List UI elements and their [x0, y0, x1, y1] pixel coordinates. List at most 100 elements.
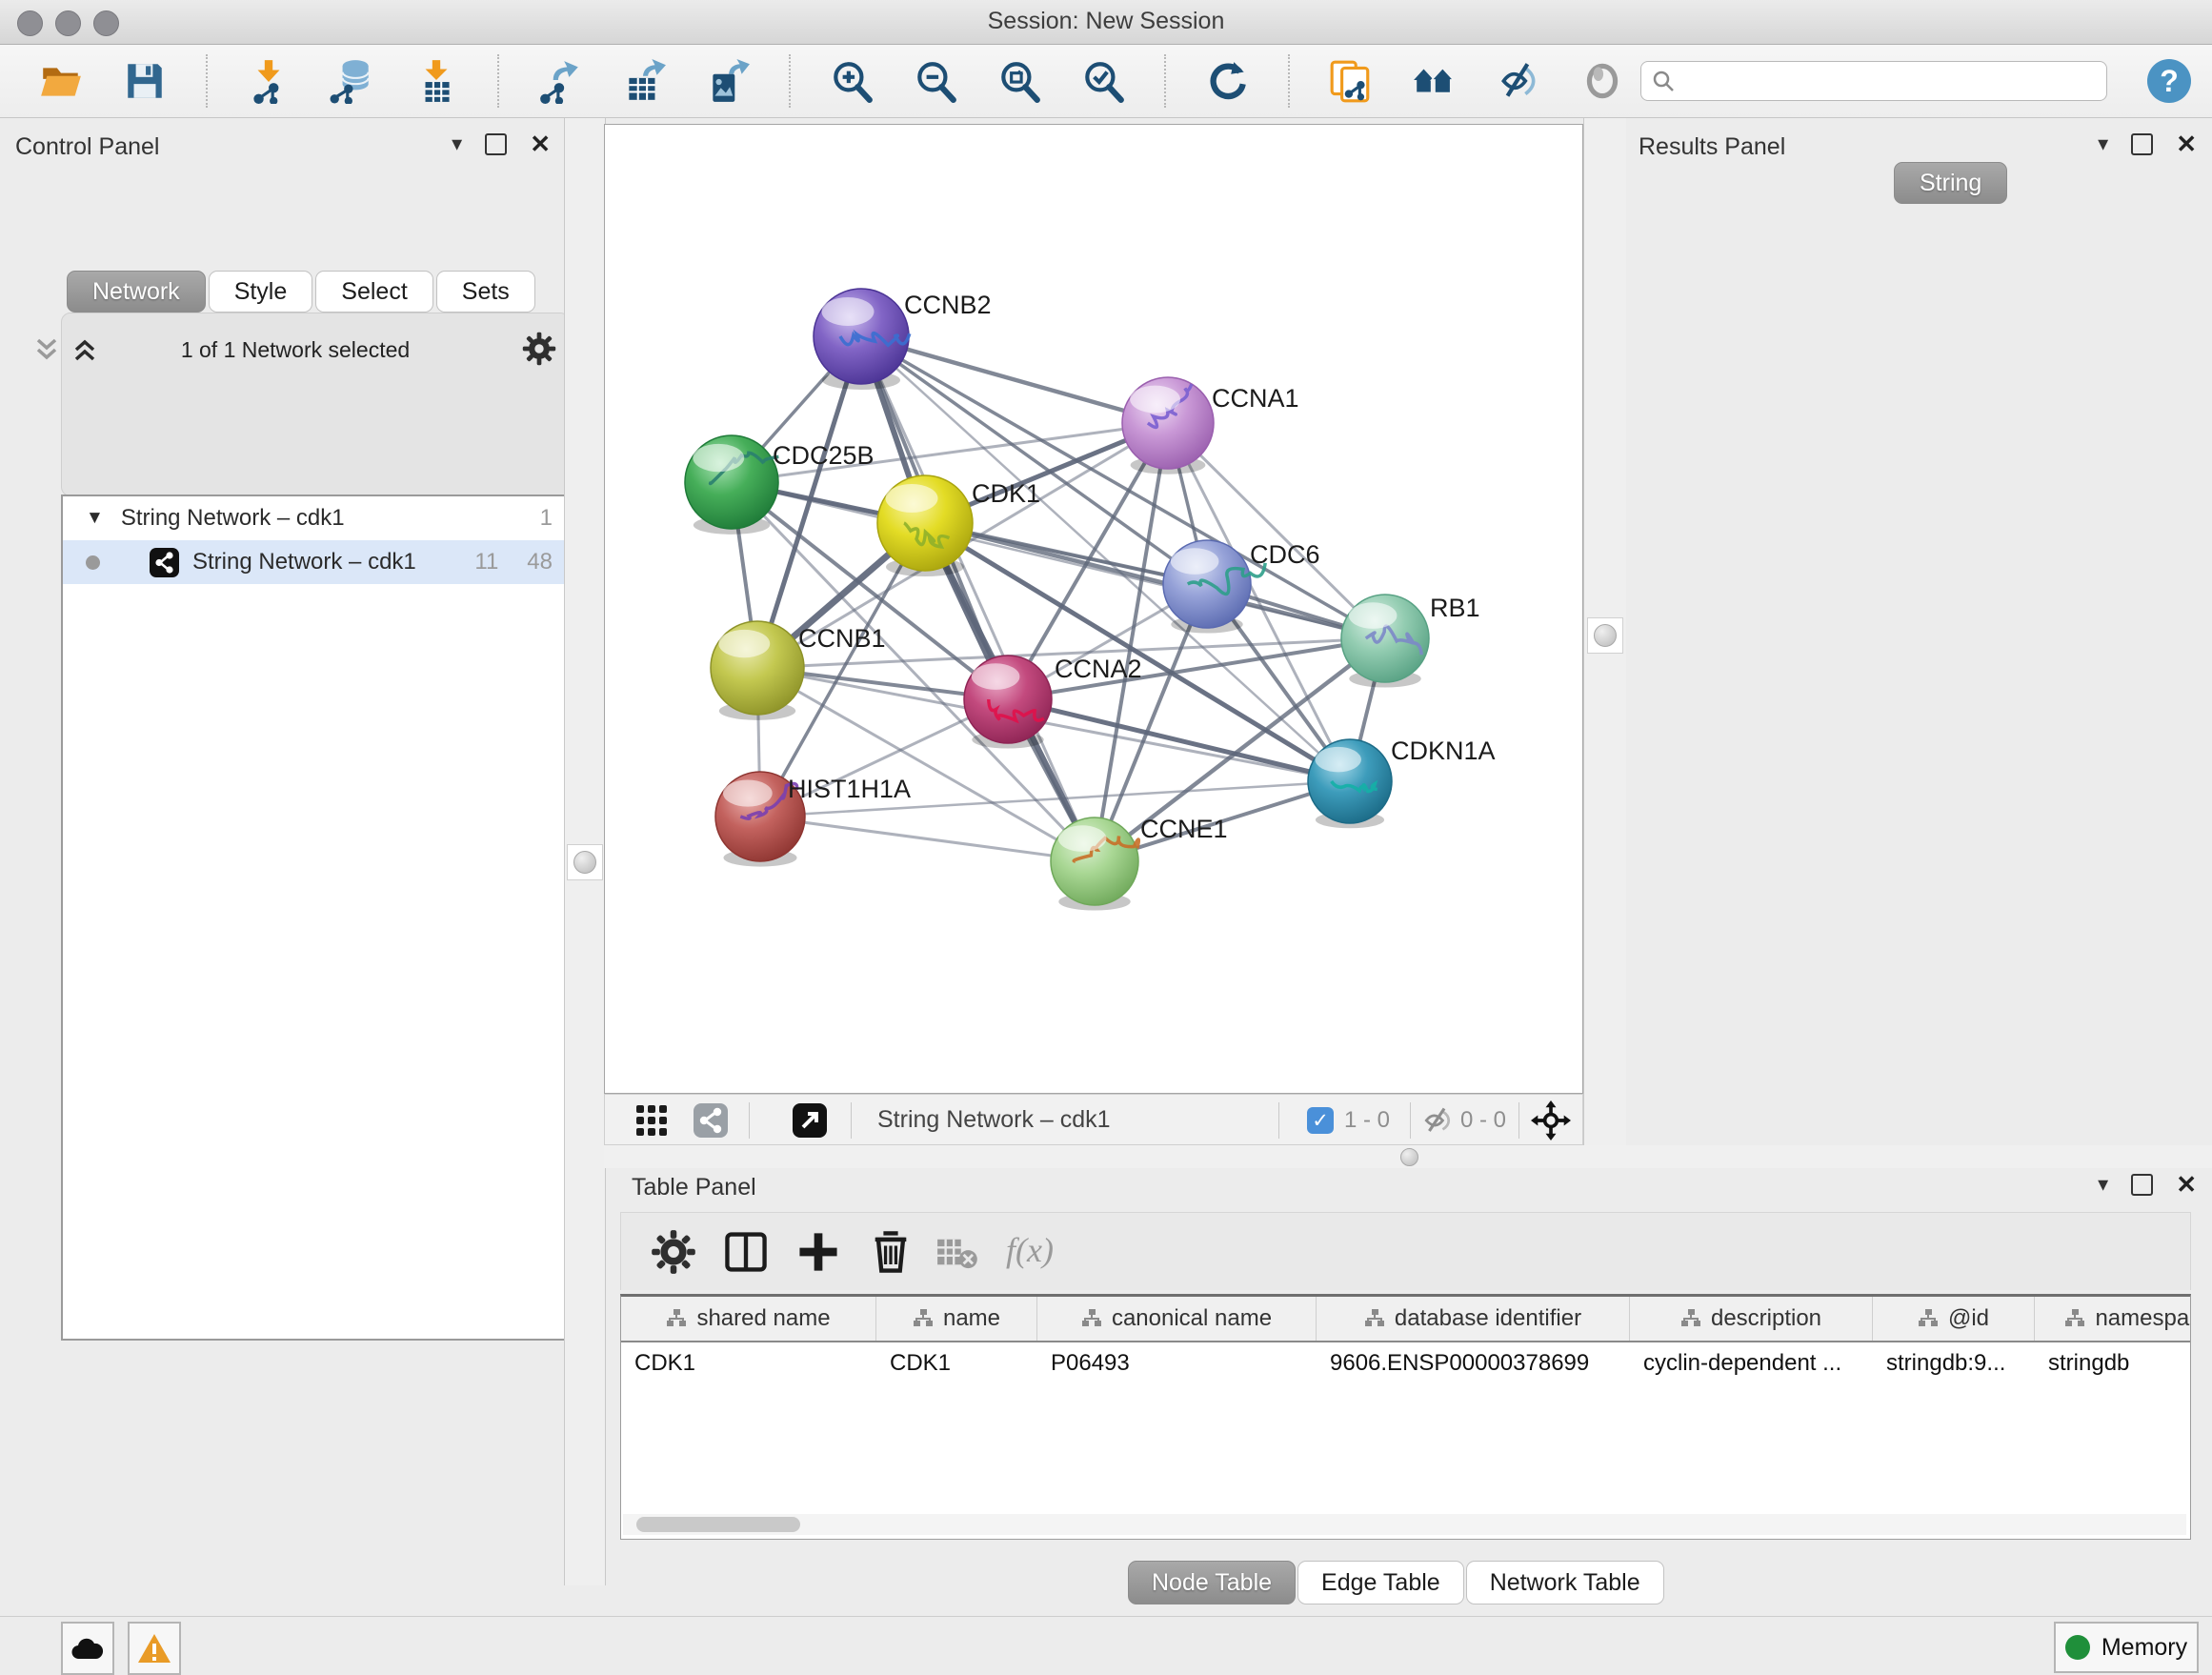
tab-style[interactable]: Style — [209, 271, 313, 313]
table-cell[interactable]: 9606.ENSP00000378699 — [1317, 1342, 1630, 1386]
export-network-icon[interactable] — [537, 58, 583, 104]
network-view-toolbar: String Network – cdk1 ✓ 1 - 0 0 - 0 — [604, 1094, 1583, 1145]
memory-button[interactable]: Memory — [2054, 1622, 2199, 1673]
column-header-description[interactable]: description — [1630, 1297, 1873, 1341]
table-row[interactable]: CDK1CDK1P064939606.ENSP00000378699cyclin… — [621, 1342, 2190, 1386]
column-header-canonical-name[interactable]: canonical name — [1037, 1297, 1317, 1341]
warnings-button[interactable] — [128, 1622, 181, 1675]
cloud-status-button[interactable] — [61, 1622, 114, 1675]
search-input[interactable] — [1676, 67, 2106, 95]
clone-network-icon[interactable] — [1328, 58, 1374, 104]
column-header-shared-name[interactable]: shared name — [621, 1297, 876, 1341]
control-panel: Control Panel ▾ ✕ NetworkStyleSelectSets… — [0, 118, 564, 1585]
column-header--id[interactable]: @id — [1873, 1297, 2035, 1341]
node-table[interactable]: shared name name canonical name database… — [620, 1294, 2191, 1540]
svg-text:CCNE1: CCNE1 — [1140, 815, 1228, 843]
table-panel-float-icon[interactable] — [2131, 1174, 2153, 1196]
zoom-in-icon[interactable] — [829, 58, 875, 104]
hide-unhide-icon[interactable] — [1496, 58, 1541, 104]
table-panel-title: Table Panel — [632, 1174, 756, 1201]
right-splitter-knob[interactable] — [1587, 617, 1623, 654]
table-cell[interactable]: CDK1 — [621, 1342, 876, 1386]
left-splitter-knob[interactable] — [567, 844, 603, 880]
table-cell[interactable]: cyclin-dependent ... — [1630, 1342, 1873, 1386]
status-bar — [0, 1616, 2212, 1672]
svg-text:CCNA2: CCNA2 — [1055, 655, 1142, 683]
expand-all-networks-icon[interactable] — [70, 335, 99, 364]
selected-nodes-checkbox[interactable]: ✓ — [1307, 1107, 1334, 1134]
column-header-name[interactable]: name — [876, 1297, 1037, 1341]
tab-node-table[interactable]: Node Table — [1128, 1561, 1296, 1604]
right-splitter[interactable] — [1583, 118, 1626, 1157]
show-graphics-icon[interactable] — [1579, 58, 1625, 104]
column-header-namespace[interactable]: namespace — [2035, 1297, 2191, 1341]
svg-text:CCNA1: CCNA1 — [1212, 384, 1299, 413]
create-column-icon[interactable] — [794, 1228, 842, 1276]
string-view-icon[interactable] — [693, 1102, 729, 1139]
export-table-icon[interactable] — [621, 58, 667, 104]
scrollbar-thumb[interactable] — [636, 1517, 800, 1532]
import-database-icon[interactable] — [330, 58, 375, 104]
table-panel-close-icon[interactable]: ✕ — [2176, 1172, 2197, 1197]
import-table-icon[interactable] — [413, 58, 459, 104]
open-session-icon[interactable] — [38, 58, 84, 104]
network-node-CDC25B — [685, 435, 778, 535]
function-builder-icon: f(x) — [1006, 1230, 1054, 1270]
search-icon — [1651, 69, 1676, 93]
tab-select[interactable]: Select — [315, 271, 432, 313]
tab-network[interactable]: Network — [67, 271, 206, 313]
left-splitter[interactable] — [564, 118, 606, 1585]
current-network-bullet-icon — [86, 555, 100, 570]
table-header-row: shared name name canonical name database… — [621, 1297, 2190, 1342]
home-networks-icon[interactable] — [1412, 58, 1458, 104]
save-session-icon[interactable] — [122, 58, 168, 104]
zoom-fit-icon[interactable] — [996, 58, 1042, 104]
zoom-selected-icon[interactable] — [1080, 58, 1126, 104]
import-network-icon[interactable] — [246, 58, 292, 104]
tab-string[interactable]: String — [1894, 162, 2007, 204]
bottom-splitter-knob[interactable] — [1400, 1148, 1418, 1166]
column-header-database-identifier[interactable]: database identifier — [1317, 1297, 1630, 1341]
table-horizontal-scrollbar[interactable] — [623, 1514, 2186, 1535]
string-network-icon — [150, 548, 179, 577]
window-title: Session: New Session — [0, 8, 2212, 35]
network-options-gear-icon[interactable] — [522, 332, 556, 366]
tree-expander-icon[interactable]: ▼ — [86, 508, 104, 529]
table-cell[interactable]: stringdb:9... — [1873, 1342, 2035, 1386]
results-panel-title: Results Panel — [1639, 133, 1785, 161]
refresh-icon[interactable] — [1204, 58, 1250, 104]
export-image-icon[interactable] — [705, 58, 751, 104]
control-panel-float-icon[interactable] — [485, 133, 507, 155]
results-panel-close-icon[interactable]: ✕ — [2176, 131, 2197, 156]
table-gear-icon[interactable] — [650, 1228, 697, 1276]
network-row-selected[interactable]: String Network – cdk1 11 48 — [63, 540, 570, 584]
network-collection-row[interactable]: ▼ String Network – cdk1 1 — [63, 496, 570, 540]
zoom-out-icon[interactable] — [913, 58, 958, 104]
birdseye-navigator-icon[interactable] — [1531, 1100, 1571, 1140]
table-cell[interactable]: CDK1 — [876, 1342, 1037, 1386]
delete-column-icon[interactable] — [867, 1228, 915, 1276]
control-panel-collapse-icon[interactable]: ▾ — [452, 133, 462, 154]
results-panel-float-icon[interactable] — [2131, 133, 2153, 155]
collection-label: String Network – cdk1 — [121, 505, 345, 532]
table-cell[interactable]: stringdb — [2035, 1342, 2191, 1386]
detach-view-icon[interactable] — [792, 1102, 828, 1139]
show-columns-icon[interactable] — [722, 1228, 770, 1276]
node-count: 11 — [474, 549, 498, 575]
network-node-RB1 — [1341, 595, 1429, 688]
table-panel-collapse-icon[interactable]: ▾ — [2098, 1174, 2108, 1195]
table-cell[interactable]: P06493 — [1037, 1342, 1317, 1386]
network-node-CDK1 — [877, 475, 973, 576]
control-panel-close-icon[interactable]: ✕ — [530, 131, 551, 156]
cloud-icon — [70, 1636, 105, 1661]
grid-view-icon[interactable] — [635, 1104, 668, 1137]
results-panel-collapse-icon[interactable]: ▾ — [2098, 133, 2108, 154]
tab-sets[interactable]: Sets — [436, 271, 535, 313]
svg-text:HIST1H1A: HIST1H1A — [788, 775, 911, 803]
tab-network-table[interactable]: Network Table — [1466, 1561, 1664, 1604]
help-icon[interactable]: ? — [2147, 59, 2191, 103]
tab-edge-table[interactable]: Edge Table — [1297, 1561, 1464, 1604]
network-canvas[interactable]: CCNB2CCNA1CDC25BCDK1CDC6RB1CCNB1CCNA2CDK… — [604, 124, 1583, 1094]
control-panel-title: Control Panel — [15, 133, 159, 161]
collapse-all-networks-icon[interactable] — [32, 335, 61, 364]
